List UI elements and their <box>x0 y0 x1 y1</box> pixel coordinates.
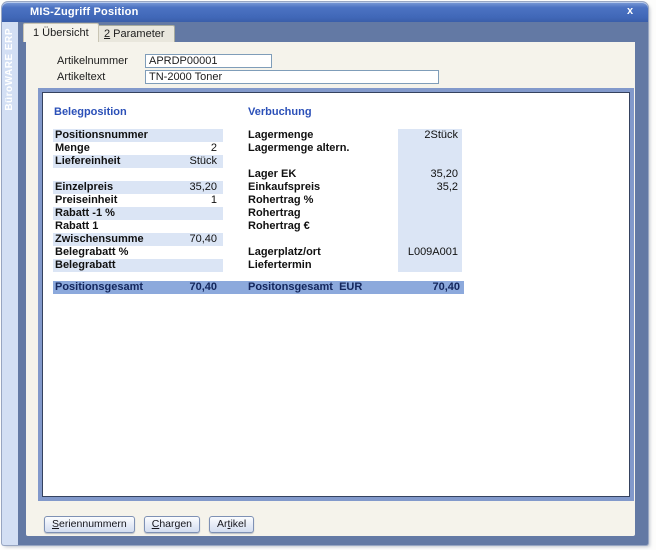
value-rohertrag-eur <box>398 220 462 233</box>
seriennummern-button[interactable]: Seriennummern <box>44 516 135 533</box>
brand-strip: BüroWARE ERP <box>2 22 18 545</box>
label-lagermenge-altern: Lagermenge altern. <box>248 142 396 155</box>
row-belegrabatt: Belegrabatt <box>53 259 223 272</box>
field-row-artikeltext: Artikeltext <box>57 69 439 84</box>
verbuchung-header: Verbuchung <box>248 106 312 118</box>
label-right-spacer-1 <box>248 155 396 168</box>
tab-uebersicht[interactable]: 1 Übersicht <box>23 23 99 42</box>
positionsgesamt-eur-label: Positonsgesamt EUR <box>248 281 398 294</box>
bottom-button-bar: Seriennummern Chargen Artikel <box>44 516 254 533</box>
main-area: 1 Übersicht 2 Parameter Artikelnummer Ar… <box>18 22 648 545</box>
tab-strip: 1 Übersicht 2 Parameter <box>18 22 648 42</box>
label-right-spacer-2 <box>248 233 396 246</box>
tab-parameter[interactable]: 2 Parameter <box>94 25 175 42</box>
row-preiseinheit: Preiseinheit1 <box>53 194 223 207</box>
artikeltext-input[interactable] <box>145 70 439 84</box>
close-icon[interactable]: x <box>622 4 638 19</box>
label-liefertermin: Liefertermin <box>248 259 396 272</box>
article-fields: Artikelnummer Artikeltext <box>57 53 439 85</box>
position-total-band: Positionsgesamt 70,40 Positonsgesamt EUR… <box>53 281 464 294</box>
artikel-button[interactable]: Artikel <box>209 516 254 533</box>
artikelnummer-input[interactable] <box>145 54 272 68</box>
value-lagerplatz-ort: L009A001 <box>398 246 462 259</box>
label-rohertrag-prozent: Rohertrag % <box>248 194 396 207</box>
label-einkaufspreis: Einkaufspreis <box>248 181 396 194</box>
positionsgesamt-label: Positionsgesamt <box>53 281 159 294</box>
brand-vertical-label: BüroWARE ERP <box>4 28 15 111</box>
value-right-spacer-1 <box>398 155 462 168</box>
label-lagerplatz-ort: Lagerplatz/ort <box>248 246 396 259</box>
window-title: MIS-Zugriff Position <box>30 2 138 22</box>
chargen-button[interactable]: Chargen <box>144 516 200 533</box>
tab-page-uebersicht: Artikelnummer Artikeltext Belegposition … <box>26 42 635 536</box>
row-rabatt-1-prozent: Rabatt -1 % <box>53 207 223 220</box>
belegposition-header: Belegposition <box>54 106 127 118</box>
value-lager-ek: 35,20 <box>398 168 462 181</box>
window-body: BüroWARE ERP 1 Übersicht 2 Parameter Art… <box>2 22 648 545</box>
screen: MIS-Zugriff Position x BüroWARE ERP 1 Üb… <box>0 0 656 550</box>
positionsgesamt-eur-value: 70,40 <box>398 281 464 294</box>
row-menge: Menge2 <box>53 142 223 155</box>
title-bar[interactable]: MIS-Zugriff Position x <box>2 2 648 22</box>
value-rohertrag <box>398 207 462 220</box>
value-einkaufspreis: 35,2 <box>398 181 462 194</box>
row-einzelpreis: Einzelpreis35,20 <box>53 181 223 194</box>
row-belegrabatt-prozent: Belegrabatt % <box>53 246 223 259</box>
artikeltext-label: Artikeltext <box>57 71 145 83</box>
artikelnummer-label: Artikelnummer <box>57 55 145 67</box>
positionsgesamt-value: 70,40 <box>159 281 223 294</box>
value-right-spacer-2 <box>398 233 462 246</box>
row-positionsnummer: Positionsnummer <box>53 129 223 142</box>
value-lagermenge-altern <box>398 142 462 155</box>
value-lagermenge: 2Stück <box>398 129 462 142</box>
value-rohertrag-prozent <box>398 194 462 207</box>
label-lagermenge: Lagermenge <box>248 129 396 142</box>
row-rabatt-1: Rabatt 1 <box>53 220 223 233</box>
row-left-spacer <box>53 168 223 181</box>
position-detail-panel: Belegposition Verbuchung Positionsnummer… <box>42 92 630 497</box>
label-rohertrag: Rohertrag <box>248 207 396 220</box>
dialog-window: MIS-Zugriff Position x BüroWARE ERP 1 Üb… <box>2 2 648 545</box>
value-liefertermin <box>398 259 462 272</box>
label-rohertrag-eur: Rohertrag € <box>248 220 396 233</box>
row-zwischensumme: Zwischensumme70,40 <box>53 233 223 246</box>
label-lager-ek: Lager EK <box>248 168 396 181</box>
field-row-artikelnummer: Artikelnummer <box>57 53 439 68</box>
row-liefereinheit: LiefereinheitStück <box>53 155 223 168</box>
